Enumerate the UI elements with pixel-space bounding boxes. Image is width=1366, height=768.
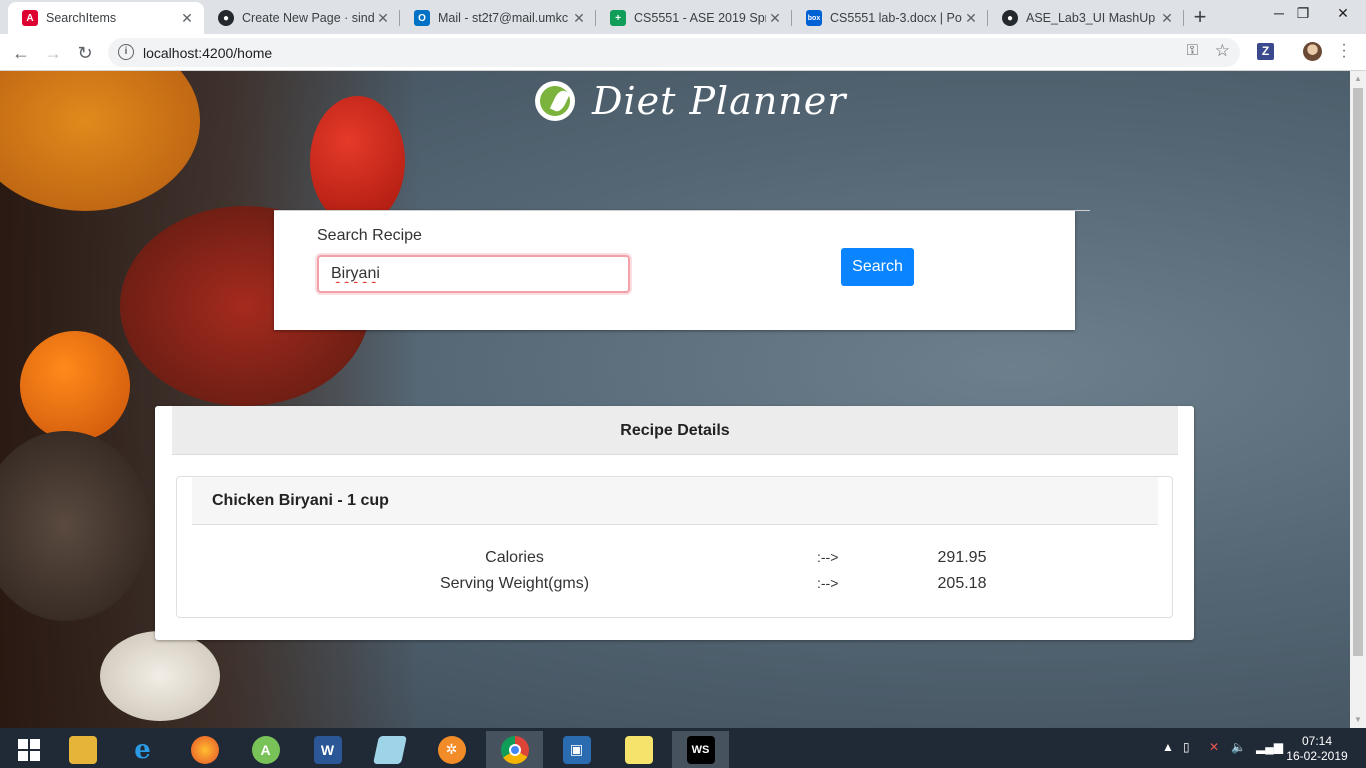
android-studio-icon: A [251,735,280,764]
nutrition-label: Serving Weight(gms) [439,575,590,592]
recipe-item-card: Chicken Biryani - 1 cup Calories :--> 29… [176,476,1173,618]
tomato-decoration [20,331,130,441]
recipe-item-title: Chicken Biryani - 1 cup [192,477,1158,525]
star-icon[interactable]: ☆ [1215,41,1230,61]
tab-sheets[interactable]: + CS5551 - ASE 2019 Sprin ✕ [596,2,792,34]
diet-planner-logo [535,81,575,121]
start-button[interactable] [0,731,57,768]
battery-icon[interactable]: ✕ [1209,740,1219,754]
sheets-icon: + [610,10,626,26]
clock-date: 16-02-2019 [1286,749,1348,763]
clock-time: 07:14 [1301,734,1333,748]
scroll-up-icon[interactable]: ▲ [1350,71,1366,87]
reload-button[interactable]: ↻ [72,40,98,66]
taskbar: e A W ✲ ▣ WS ▲ ▯ ✕ 🔈 ▂▄▆ 07:14 16-02-201… [0,728,1366,768]
settings-app-button[interactable]: ✲ [423,731,480,768]
internet-explorer-button[interactable]: e [114,731,171,768]
page-title: Diet Planner [592,79,847,123]
word-button[interactable]: W [299,731,356,768]
nutrition-value: 291.95 [937,549,987,566]
info-icon[interactable]: i [118,44,134,60]
internet-explorer-icon: e [134,734,151,765]
close-icon[interactable]: ✕ [178,10,196,27]
tab-title: CS5551 - ASE 2019 Sprin [634,11,766,25]
garlic-decoration [100,631,220,721]
tab-separator [1183,10,1184,26]
sticky-notes-icon [624,735,653,764]
folder-icon [68,735,97,764]
address-bar[interactable]: i localhost:4200/home ⚿ ☆ [108,38,1240,67]
tab-box-docx[interactable]: box CS5551 lab-3.docx | Pow ✕ [792,2,988,34]
close-icon[interactable]: ✕ [374,10,392,27]
z-extension-icon[interactable]: Z [1257,43,1274,60]
tab-title: Mail - st2t7@mail.umkc [438,11,569,25]
chrome-icon [500,735,529,764]
close-icon[interactable]: ✕ [570,10,588,27]
box-icon: box [806,10,822,26]
tab-github-create-page[interactable]: ● Create New Page · sindh ✕ [204,2,400,34]
page-viewport: Diet Planner Search Recipe Search Recipe… [0,71,1350,728]
notes-icon [372,735,407,764]
webstorm-button[interactable]: WS [672,731,729,768]
file-explorer-button[interactable] [54,731,111,768]
nutrition-row-calories: Calories :--> 291.95 [177,549,1174,573]
scroll-down-icon[interactable]: ▼ [1350,712,1366,728]
close-icon[interactable]: ✕ [766,10,784,27]
tab-mail[interactable]: O Mail - st2t7@mail.umkc ✕ [400,2,596,34]
tab-searchitems[interactable]: A SearchItems ✕ [8,2,204,34]
red-pepper-decoration [310,96,405,226]
tab-strip: A SearchItems ✕ ● Create New Page · sind… [0,0,1366,34]
url-text: localhost:4200/home [143,45,273,61]
tab-title: CS5551 lab-3.docx | Pow [830,11,962,25]
nutrition-row-serving-weight: Serving Weight(gms) :--> 205.18 [177,575,1174,599]
editor-icon: ▣ [562,735,591,764]
search-label: Search Recipe [317,227,422,244]
show-hidden-icons[interactable]: ▲ [1162,740,1174,754]
new-tab-button[interactable]: + [1188,5,1212,29]
nutrition-value: 205.18 [937,575,987,592]
webstorm-icon: WS [686,735,715,764]
tab-title: ASE_Lab3_UI MashUp · D [1026,11,1158,25]
network-icon[interactable]: ▯ [1183,740,1190,754]
word-icon: W [313,735,342,764]
github-icon: ● [1002,10,1018,26]
close-icon[interactable]: ✕ [962,10,980,27]
menu-icon[interactable]: · · · [1336,37,1352,65]
wifi-icon[interactable]: ▂▄▆ [1256,740,1283,754]
android-studio-button[interactable]: A [237,731,294,768]
gear-icon: ✲ [437,735,466,764]
tab-title: SearchItems [46,11,117,25]
avatar[interactable] [1303,42,1322,61]
outlook-icon: O [414,10,430,26]
sticky-notes-button[interactable] [610,731,667,768]
github-icon: ● [218,10,234,26]
volume-icon[interactable]: 🔈 [1231,740,1246,754]
close-icon[interactable]: ✕ [1158,10,1176,27]
back-button[interactable]: ← [8,40,34,66]
recipe-details-card: Recipe Details Chicken Biryani - 1 cup C… [155,406,1194,640]
angular-icon: A [22,10,38,26]
page-scrollbar[interactable]: ▲ ▼ [1350,71,1366,728]
code-editor-button[interactable]: ▣ [548,731,605,768]
firefox-icon [190,735,219,764]
search-input[interactable] [317,255,630,293]
nutrition-label: Calories [485,549,544,566]
system-clock[interactable]: 07:14 16-02-2019 [1285,734,1349,764]
forward-button[interactable]: → [40,40,66,66]
window-close-button[interactable]: ✕ [1320,0,1366,30]
chrome-button[interactable] [486,731,543,768]
nutrition-arrow: :--> [817,575,839,591]
firefox-button[interactable] [176,731,233,768]
search-button[interactable]: Search [841,248,914,286]
nutrition-arrow: :--> [817,549,839,565]
notes-app-button[interactable] [361,731,418,768]
key-icon[interactable]: ⚿ [1187,42,1198,59]
tab-github-lab3[interactable]: ● ASE_Lab3_UI MashUp · D ✕ [988,2,1184,34]
browser-toolbar: ← → ↻ i localhost:4200/home ⚿ ☆ Z · · · [0,34,1366,71]
scrollbar-thumb[interactable] [1353,88,1363,656]
windows-icon [17,738,40,761]
tab-title: Create New Page · sindh [242,11,374,25]
search-card: Search Recipe Search [274,210,1090,330]
recipe-details-header: Recipe Details [172,406,1178,455]
